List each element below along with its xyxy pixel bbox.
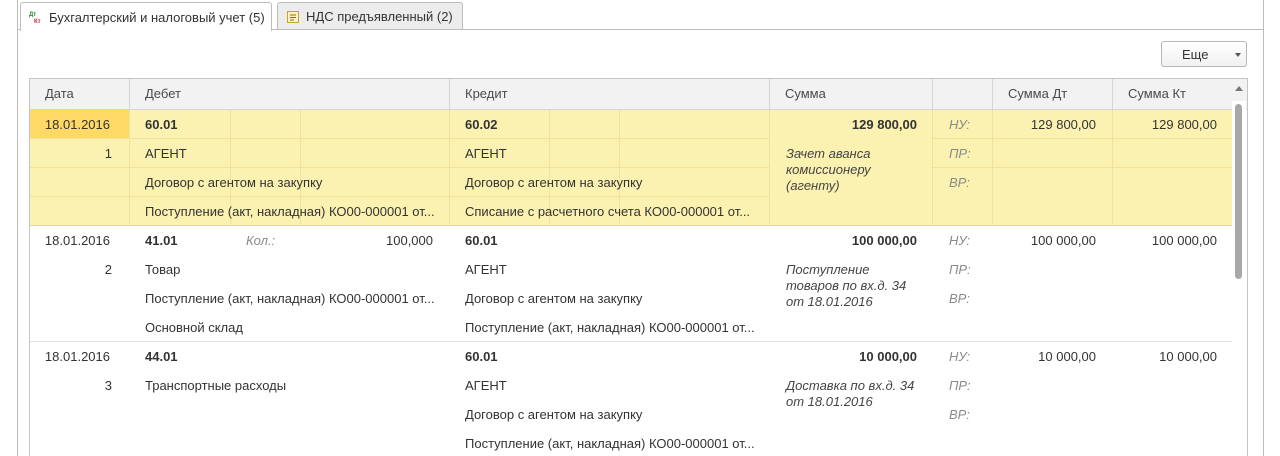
postings-table: Дата Дебет Кредит Сумма Сумма Дт Сумма К… — [29, 78, 1248, 456]
sum-kt-value: 10 000,00 — [1159, 349, 1217, 364]
credit-subconto: АГЕНТ — [465, 262, 507, 277]
row-number: 2 — [104, 262, 112, 277]
more-button-label: Еще — [1182, 47, 1209, 62]
tab-vat[interactable]: НДС предъявленный (2) — [277, 2, 463, 30]
quantity-value: 100,000 — [386, 233, 433, 248]
debit-subconto: Поступление (акт, накладная) КО00-000001… — [145, 291, 435, 306]
tax-label-pr: ПР: — [949, 378, 971, 393]
quantity-label: Кол.: — [246, 233, 276, 248]
column-header-debit[interactable]: Дебет — [130, 79, 450, 109]
row-date: 18.01.2016 — [44, 233, 110, 248]
debit-subconto: Поступление (акт, накладная) КО00-000001… — [145, 204, 435, 219]
column-header-sum-kt[interactable]: Сумма Кт — [1113, 79, 1247, 109]
credit-account: 60.01 — [465, 233, 498, 248]
sum-dt-value: 10 000,00 — [1038, 349, 1096, 364]
column-header-sum-dt[interactable]: Сумма Дт — [993, 79, 1113, 109]
debit-account: 41.01 — [145, 233, 178, 248]
tab-label: Бухгалтерский и налоговый учет (5) — [49, 9, 265, 25]
dt-kt-icon: Дт Кт — [29, 10, 43, 25]
credit-subconto: Списание с расчетного счета КО00-000001 … — [465, 204, 751, 219]
form-right-border — [1263, 0, 1264, 456]
sum-dt-value: 100 000,00 — [1030, 233, 1096, 248]
column-header-sum[interactable]: Сумма — [770, 79, 933, 109]
credit-account: 60.01 — [465, 349, 498, 364]
credit-subconto: Договор с агентом на закупку — [465, 291, 643, 306]
sum-value: 10 000,00 — [859, 349, 917, 364]
content-text: (агенту) — [786, 178, 840, 193]
more-button[interactable]: Еще — [1161, 41, 1247, 67]
debit-subconto: АГЕНТ — [145, 146, 187, 161]
sum-kt-value: 100 000,00 — [1151, 233, 1217, 248]
credit-subconto: Договор с агентом на закупку — [465, 407, 643, 422]
column-header-credit[interactable]: Кредит — [450, 79, 770, 109]
tax-label-vr: ВР: — [949, 407, 970, 422]
credit-subconto: Договор с агентом на закупку — [465, 175, 643, 190]
table-row[interactable]: 18.01.2016 3 44.01 Транспортные расходы … — [30, 342, 1235, 456]
column-header-type[interactable] — [933, 79, 993, 109]
scroll-up-icon[interactable] — [1235, 86, 1243, 91]
tax-label-nu: НУ: — [949, 349, 971, 364]
debit-subconto: Договор с агентом на закупку — [145, 175, 323, 190]
row-number: 3 — [104, 378, 112, 393]
debit-subconto: Транспортные расходы — [145, 378, 287, 393]
tax-label-nu: НУ: — [949, 233, 971, 248]
content-text: от 18.01.2016 — [786, 394, 873, 409]
tax-label-vr: ВР: — [949, 291, 970, 306]
row-date: 18.01.2016 — [44, 349, 110, 364]
tax-label-vr: ВР: — [949, 175, 970, 190]
sum-dt-value: 129 800,00 — [1030, 117, 1096, 132]
form-left-border — [17, 0, 18, 456]
content-text: Зачет аванса — [786, 146, 871, 161]
svg-text:Дт: Дт — [29, 12, 36, 18]
credit-subconto: Поступление (акт, накладная) КО00-000001… — [465, 436, 755, 451]
row-date: 18.01.2016 — [44, 117, 110, 132]
sum-value: 100 000,00 — [851, 233, 917, 248]
content-text: товаров по вх.д. 34 — [786, 278, 907, 293]
table-row[interactable]: 18.01.2016 1 60.01 АГЕНТ Договор с агент… — [30, 110, 1235, 226]
table-row[interactable]: 18.01.2016 2 41.01 Кол.: 100,000 Товар П… — [30, 226, 1235, 342]
chevron-down-icon — [1235, 53, 1241, 57]
tax-label-pr: ПР: — [949, 146, 971, 161]
tab-accounting[interactable]: Дт Кт Бухгалтерский и налоговый учет (5) — [20, 2, 272, 31]
tab-label: НДС предъявленный (2) — [306, 9, 453, 24]
sum-value: 129 800,00 — [851, 117, 917, 132]
debit-account: 60.01 — [145, 117, 178, 132]
content-text: Поступление — [786, 262, 870, 277]
credit-subconto: АГЕНТ — [465, 378, 507, 393]
tax-label-pr: ПР: — [949, 262, 971, 277]
scrollbar-thumb[interactable] — [1235, 104, 1242, 279]
credit-subconto: Поступление (акт, накладная) КО00-000001… — [465, 320, 755, 335]
credit-account: 60.02 — [465, 117, 498, 132]
column-header-date[interactable]: Дата — [30, 79, 130, 109]
debit-subconto: Товар — [145, 262, 181, 277]
content-text: Доставка по вх.д. 34 — [786, 378, 915, 393]
debit-account: 44.01 — [145, 349, 178, 364]
credit-subconto: АГЕНТ — [465, 146, 507, 161]
tax-label-nu: НУ: — [949, 117, 971, 132]
sum-kt-value: 129 800,00 — [1151, 117, 1217, 132]
content-text: комиссионеру — [786, 162, 871, 177]
content-text: от 18.01.2016 — [786, 294, 873, 309]
debit-subconto: Основной склад — [145, 320, 243, 335]
document-icon — [286, 10, 300, 24]
row-number: 1 — [104, 146, 112, 161]
table-header: Дата Дебет Кредит Сумма Сумма Дт Сумма К… — [30, 79, 1247, 110]
svg-text:Кт: Кт — [34, 19, 41, 24]
